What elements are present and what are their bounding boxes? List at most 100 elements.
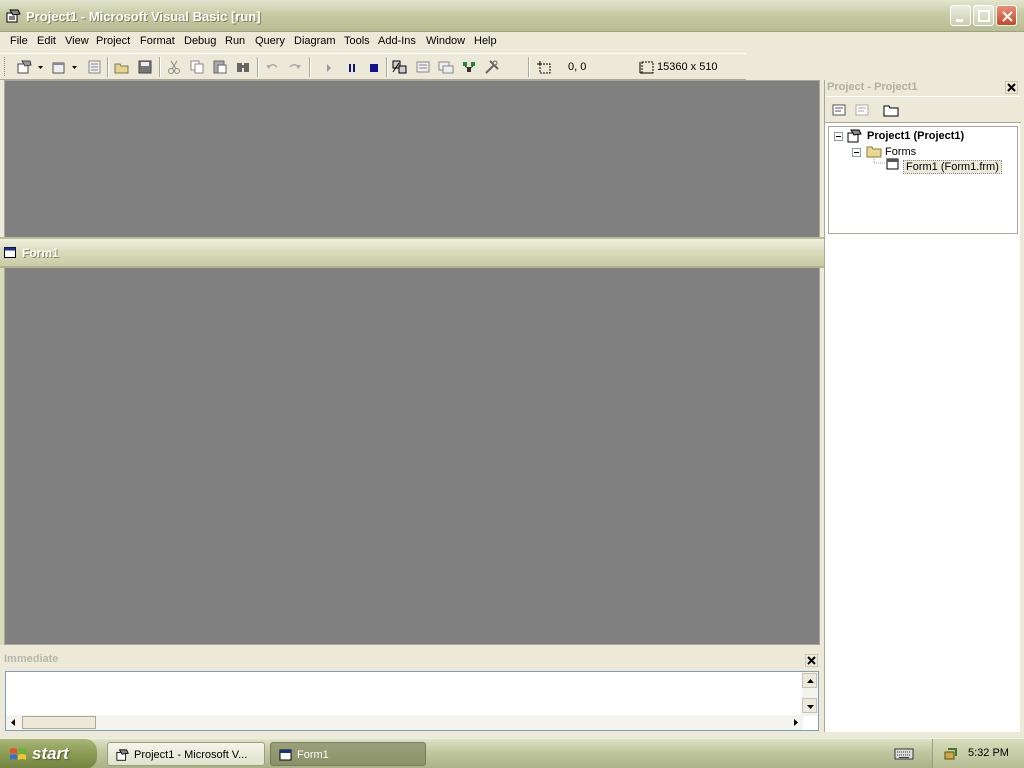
close-icon[interactable] [1005, 81, 1018, 94]
immediate-window: Immediate [4, 651, 820, 732]
menu-format[interactable]: Format [140, 35, 175, 47]
menu-query[interactable]: Query [255, 35, 285, 47]
project-icon [847, 129, 862, 143]
minimize-icon [956, 19, 963, 22]
menu-file[interactable]: File [10, 35, 28, 47]
form-icon [279, 749, 292, 761]
tree-forms-folder[interactable]: Forms [885, 146, 916, 158]
find-icon[interactable] [234, 58, 252, 76]
menu-run[interactable]: Run [225, 35, 245, 47]
start-label: start [32, 744, 69, 763]
scroll-right-button[interactable] [788, 715, 803, 730]
form-layout-icon[interactable] [437, 58, 455, 76]
project-explorer-icon[interactable] [391, 58, 409, 76]
menu-editor-icon[interactable] [86, 58, 104, 76]
dropdown-arrow-icon[interactable] [71, 58, 79, 76]
tree-form1-item[interactable]: Form1 (Form1.frm) [903, 160, 1002, 174]
visual-basic-app-icon [6, 9, 21, 23]
menu-project[interactable]: Project [96, 35, 130, 47]
visual-basic-app-icon [116, 749, 129, 761]
taskbar-item-label: Project1 - Microsoft V... [134, 749, 248, 761]
toolbar-separator [107, 57, 109, 77]
right-arrow-icon [794, 719, 798, 726]
menu-view[interactable]: View [65, 35, 89, 47]
view-object-icon[interactable] [853, 101, 871, 119]
redo-icon[interactable] [286, 58, 304, 76]
standard-toolbar: 0, 0 15360 x 510 [0, 53, 746, 80]
taskbar: start Project1 - Microsoft V... Form1 5:… [0, 738, 1024, 768]
taskbar-item-vb[interactable]: Project1 - Microsoft V... [107, 742, 265, 766]
project-panel-header[interactable]: Project - Project1 [825, 80, 1021, 96]
toolbar-grip[interactable] [4, 57, 7, 76]
collapse-icon[interactable] [852, 148, 861, 157]
properties-window-icon[interactable] [414, 58, 432, 76]
horizontal-scroll-thumb[interactable] [22, 716, 96, 729]
taskbar-item-form1[interactable]: Form1 [270, 742, 426, 766]
break-icon[interactable] [343, 58, 361, 76]
down-arrow-icon [807, 705, 814, 709]
maximize-icon [978, 10, 990, 22]
undo-icon[interactable] [263, 58, 281, 76]
close-icon[interactable] [805, 654, 818, 667]
menu-edit[interactable]: Edit [37, 35, 56, 47]
paste-icon[interactable] [211, 58, 229, 76]
end-icon[interactable] [365, 58, 383, 76]
view-code-icon[interactable] [830, 101, 848, 119]
menu-bar: File Edit View Project Format Debug Run … [0, 32, 1024, 52]
system-tray: 5:32 PM [932, 739, 1024, 768]
project-panel-title: Project - Project1 [827, 81, 918, 93]
toolbox-icon[interactable] [483, 58, 501, 76]
toolbar-separator [386, 57, 388, 77]
tree-connector [873, 157, 886, 164]
form1-left-border[interactable] [0, 268, 4, 645]
horizontal-scrollbar[interactable] [6, 715, 803, 730]
start-icon[interactable] [320, 58, 338, 76]
close-icon [1002, 11, 1013, 22]
scroll-left-button[interactable] [6, 715, 21, 730]
collapse-icon[interactable] [834, 132, 843, 141]
form1-title: Form1 [22, 246, 59, 260]
minimize-button[interactable] [950, 5, 971, 26]
form-icon [886, 158, 899, 170]
project-panel-toolbar [825, 97, 1021, 123]
object-browser-icon[interactable] [460, 58, 478, 76]
clock[interactable]: 5:32 PM [968, 747, 1009, 759]
position-indicator-icon [537, 61, 551, 74]
immediate-input[interactable] [5, 671, 819, 731]
vertical-scrollbar[interactable] [802, 672, 818, 716]
add-form-icon[interactable] [50, 58, 68, 76]
windows-logo-icon [10, 748, 26, 760]
menu-window[interactable]: Window [426, 35, 465, 47]
open-project-icon[interactable] [113, 58, 131, 76]
add-project-icon[interactable] [16, 58, 34, 76]
network-icon[interactable] [943, 746, 959, 762]
maximize-button[interactable] [973, 5, 994, 26]
form-icon [4, 247, 16, 258]
mdi-workspace [4, 80, 820, 645]
menu-help[interactable]: Help [474, 35, 497, 47]
menu-tools[interactable]: Tools [344, 35, 370, 47]
save-icon[interactable] [136, 58, 154, 76]
folder-icon [866, 146, 882, 158]
taskbar-item-label: Form1 [297, 749, 329, 761]
size-indicator-icon [639, 61, 654, 74]
cut-icon[interactable] [165, 58, 183, 76]
keyboard-icon[interactable] [894, 747, 914, 761]
toolbar-separator [257, 57, 259, 77]
scroll-up-button[interactable] [802, 673, 817, 688]
menu-debug[interactable]: Debug [184, 35, 216, 47]
dropdown-arrow-icon[interactable] [37, 58, 45, 76]
project-explorer-panel: Project - Project1 Project1 (Project1) F… [824, 80, 1021, 732]
toggle-folders-icon[interactable] [882, 101, 900, 119]
main-title-bar[interactable]: Project1 - Microsoft Visual Basic [run] [0, 0, 1024, 32]
close-button[interactable] [996, 5, 1017, 26]
toolbar-separator [309, 57, 311, 77]
scroll-down-button[interactable] [802, 698, 817, 713]
menu-add-ins[interactable]: Add-Ins [378, 35, 416, 47]
copy-icon[interactable] [188, 58, 206, 76]
menu-diagram[interactable]: Diagram [294, 35, 336, 47]
size-readout: 15360 x 510 [657, 61, 718, 73]
toolbar-separator [528, 57, 530, 77]
start-button[interactable]: start [0, 739, 97, 768]
tree-project-root[interactable]: Project1 (Project1) [867, 130, 964, 142]
